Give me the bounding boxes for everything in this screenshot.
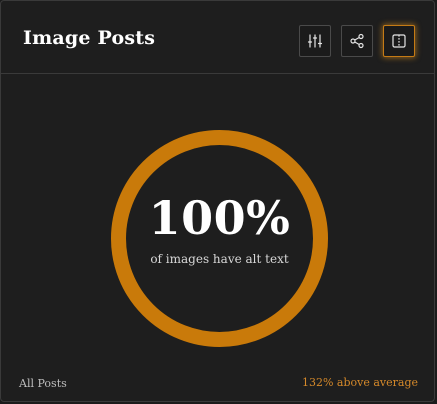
- split-view-icon: [391, 33, 407, 49]
- card-title: Image Posts: [23, 27, 156, 49]
- percent-value: 100%: [148, 191, 291, 245]
- share-button[interactable]: [341, 25, 373, 57]
- card-header: Image Posts: [1, 1, 434, 74]
- image-posts-card: Image Posts 100% of images have alt text…: [0, 0, 435, 402]
- comparison-text: 132% above average: [301, 376, 418, 389]
- filter-button[interactable]: [299, 25, 331, 57]
- split-view-button[interactable]: [383, 25, 415, 57]
- progress-ring: 100% of images have alt text: [110, 129, 329, 348]
- sliders-icon: [307, 33, 323, 49]
- all-posts-label: All Posts: [19, 377, 67, 390]
- metric-caption: of images have alt text: [150, 252, 289, 266]
- share-icon: [349, 33, 365, 49]
